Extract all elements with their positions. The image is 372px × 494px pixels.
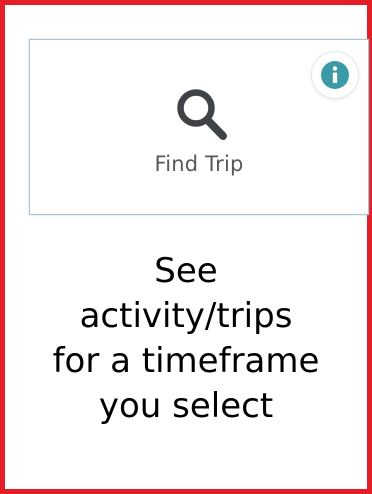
caption-line: you select [98, 386, 274, 426]
info-icon [321, 61, 349, 89]
caption-line: See [154, 251, 218, 291]
find-trip-label: Find Trip [154, 152, 244, 176]
description-caption: See activity/trips for a timeframe you s… [10, 249, 362, 429]
search-icon [177, 89, 227, 140]
highlight-frame: Find Trip See activity/trips for a timef… [0, 0, 372, 494]
info-button[interactable] [312, 52, 358, 98]
caption-line: activity/trips [79, 296, 293, 336]
caption-line: for a timeframe [52, 341, 320, 381]
find-trip-tile[interactable]: Find Trip [29, 39, 369, 215]
